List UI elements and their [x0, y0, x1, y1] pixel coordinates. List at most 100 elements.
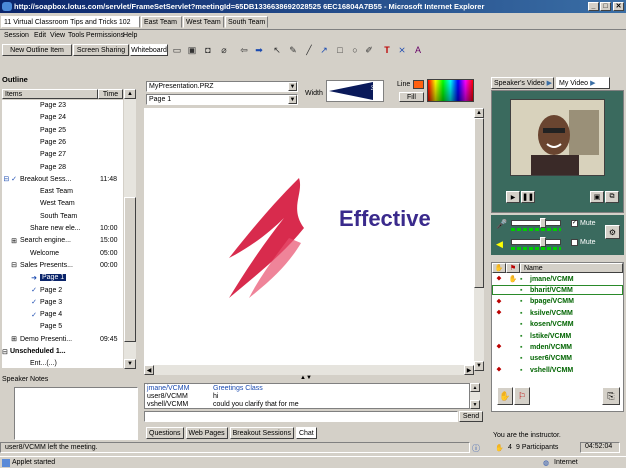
- scroll-left-icon[interactable]: ◀: [144, 365, 154, 375]
- scroll-up-icon[interactable]: ▲: [470, 383, 480, 392]
- canvas-hscrollbar[interactable]: ◀ ▶: [144, 365, 474, 375]
- col-hand-icon[interactable]: ✋: [492, 263, 506, 273]
- outline-marker-icon[interactable]: ✓: [2, 311, 40, 319]
- arrow-line-icon[interactable]: ↗: [318, 44, 330, 56]
- pause-icon[interactable]: ❚❚: [521, 191, 535, 203]
- mic-volume-slider[interactable]: [511, 218, 561, 228]
- participant-row[interactable]: ▪ lstike/VCMM: [492, 331, 623, 341]
- mute-mic-checkbox[interactable]: ✓: [571, 220, 578, 227]
- outline-item[interactable]: ⊞ Search engine... 15:00: [2, 235, 123, 246]
- play-icon[interactable]: ▶: [506, 191, 520, 203]
- whiteboard-canvas[interactable]: Effective: [144, 108, 474, 371]
- scroll-up-icon[interactable]: ▲: [124, 89, 136, 99]
- outline-item[interactable]: West Team: [2, 198, 123, 209]
- outline-item[interactable]: ✓ Page 3: [2, 297, 123, 308]
- outline-marker-icon[interactable]: ⊟ ✓: [2, 175, 20, 183]
- outline-item[interactable]: Page 27: [2, 149, 123, 160]
- line-color-swatch[interactable]: [413, 80, 424, 89]
- fill-button[interactable]: Fill: [399, 92, 424, 102]
- outline-marker-icon[interactable]: ⊞: [2, 237, 20, 245]
- menu-help[interactable]: Help: [123, 32, 137, 39]
- presentation-file-select[interactable]: MyPresentation.PRZ ▼: [146, 81, 298, 92]
- tab-east-team[interactable]: East Team: [141, 16, 182, 28]
- audio-settings-icon[interactable]: ⚙: [605, 225, 620, 239]
- outline-item[interactable]: ⊞ Demo Presenti... 09:45: [2, 334, 123, 345]
- tab-web-pages[interactable]: Web Pages: [185, 427, 228, 439]
- outline-item[interactable]: Welcome 05:00: [2, 248, 123, 259]
- outline-item[interactable]: Page 26: [2, 137, 123, 148]
- lower-hand-icon[interactable]: ⚐: [514, 387, 530, 405]
- tab-west-team[interactable]: West Team: [183, 16, 224, 28]
- pen-icon[interactable]: ✎: [287, 44, 299, 56]
- tab-chat[interactable]: Chat: [295, 427, 317, 439]
- camera-icon[interactable]: ◘: [202, 44, 214, 56]
- tab-speakers-video[interactable]: Speaker's Video ▶: [491, 77, 554, 89]
- rectangle-icon[interactable]: □: [334, 44, 346, 56]
- scroll-right-icon[interactable]: ▶: [464, 365, 474, 375]
- outline-item[interactable]: ⊟ Sales Presents... 00:00: [2, 260, 123, 271]
- maximize-button[interactable]: □: [600, 2, 611, 11]
- outline-item[interactable]: Ent...(...): [2, 358, 123, 368]
- tab-questions[interactable]: Questions: [146, 427, 184, 439]
- save-icon[interactable]: ▣: [186, 44, 198, 56]
- raise-hand-icon[interactable]: ✋: [497, 387, 513, 405]
- participant-row[interactable]: ⬥ ▪ ksilve/VCMM: [492, 308, 623, 318]
- participant-info-icon[interactable]: ⎘: [602, 387, 620, 405]
- chevron-down-icon[interactable]: ▼: [288, 95, 297, 104]
- scroll-thumb[interactable]: [124, 197, 136, 342]
- page-select[interactable]: Page 1 ▼: [146, 94, 298, 105]
- outline-item[interactable]: Page 28: [2, 162, 123, 173]
- shape-tool-icon[interactable]: ✐: [363, 44, 375, 56]
- menu-session[interactable]: Session: [4, 32, 29, 39]
- scroll-down-icon[interactable]: ▼: [470, 400, 480, 409]
- send-button[interactable]: Send: [459, 411, 483, 422]
- close-button[interactable]: ✕: [613, 2, 624, 11]
- outline-marker-icon[interactable]: ⊟: [2, 261, 20, 269]
- participant-row[interactable]: ⬥ ▪ mden/VCMM: [492, 342, 623, 352]
- participant-row[interactable]: ⬥ ▪ vshell/VCMM: [492, 365, 623, 375]
- participant-row[interactable]: ▪ bharit/VCMM: [492, 285, 623, 296]
- outline-item[interactable]: ➜ Page 1: [2, 272, 123, 283]
- minimize-button[interactable]: _: [588, 2, 599, 11]
- scroll-down-icon[interactable]: ▼: [124, 359, 136, 369]
- speaker-notes-input[interactable]: [14, 387, 138, 440]
- new-outline-item-button[interactable]: New Outline Item: [2, 44, 72, 56]
- outline-item[interactable]: South Team: [2, 211, 123, 222]
- outline-item[interactable]: Page 5: [2, 321, 123, 332]
- menu-tools[interactable]: Tools: [68, 32, 84, 39]
- text-tool-icon[interactable]: T: [381, 44, 393, 56]
- color-palette[interactable]: [427, 79, 474, 102]
- outline-col-time[interactable]: Time: [98, 89, 123, 99]
- screen-sharing-button[interactable]: Screen Sharing: [73, 44, 129, 56]
- eraser-icon[interactable]: ⌀: [218, 44, 230, 56]
- tab-my-video[interactable]: My Video ▶: [556, 77, 610, 89]
- line-icon[interactable]: ╱: [303, 44, 315, 56]
- outline-scrollbar[interactable]: ▲ ▼: [124, 89, 136, 369]
- menu-permissions[interactable]: Permissions: [86, 32, 124, 39]
- col-role-icon[interactable]: ⚑: [506, 263, 520, 273]
- outline-marker-icon[interactable]: ⊟: [2, 348, 10, 356]
- outline-item[interactable]: Page 24: [2, 112, 123, 123]
- participant-row[interactable]: ▪ kosen/VCMM: [492, 320, 623, 330]
- participant-row[interactable]: ⬥ ▪ bpage/VCMM: [492, 297, 623, 307]
- back-arrow-icon[interactable]: ⇦: [238, 44, 250, 56]
- outline-item[interactable]: ⊟ Unscheduled 1...: [2, 346, 123, 357]
- tab-south-team[interactable]: South Team: [225, 16, 268, 28]
- page-icon[interactable]: ▭: [171, 44, 183, 56]
- participant-row[interactable]: ▪ user6/VCMM: [492, 354, 623, 364]
- line-width-control[interactable]: 3: [326, 80, 384, 102]
- tab-main-session[interactable]: 11 Virtual Classroom Tips and Tricks 102: [1, 16, 140, 28]
- outline-marker-icon[interactable]: ✓: [2, 286, 40, 294]
- outline-marker-icon[interactable]: ⊞: [2, 335, 20, 343]
- chat-scrollbar[interactable]: ▲ ▼: [470, 383, 480, 409]
- outline-marker-icon[interactable]: ➜: [2, 274, 40, 282]
- outline-item[interactable]: ✓ Page 4: [2, 309, 123, 320]
- menu-edit[interactable]: Edit: [34, 32, 46, 39]
- outline-item[interactable]: Page 25: [2, 125, 123, 136]
- chevron-down-icon[interactable]: ▼: [288, 82, 297, 91]
- canvas-vscrollbar[interactable]: ▲ ▼: [474, 108, 484, 371]
- outline-item[interactable]: Page 23: [2, 100, 123, 111]
- speaker-volume-slider[interactable]: [511, 237, 561, 247]
- tab-breakout-sessions[interactable]: Breakout Sessions: [229, 427, 294, 439]
- scroll-up-icon[interactable]: ▲: [474, 108, 484, 118]
